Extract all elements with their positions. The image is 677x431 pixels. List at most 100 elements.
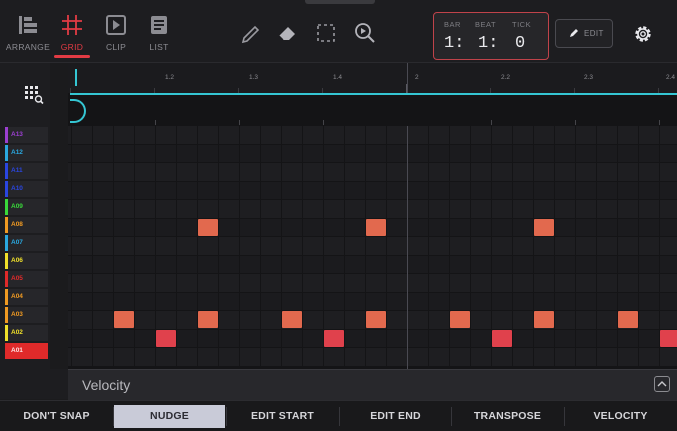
note-block[interactable] (366, 311, 386, 328)
beat-value: 1: (478, 34, 499, 53)
bottom-button-don-t-snap[interactable]: DON'T SNAP (0, 405, 113, 428)
grid-editor[interactable]: 1.2 1.3 1.4 2 2.2 2.3 2.4 (68, 63, 677, 369)
pad-label: A04 (11, 293, 23, 300)
gear-icon[interactable] (632, 23, 654, 45)
grid-line (575, 126, 576, 369)
velocity-lane[interactable]: Velocity (68, 369, 677, 400)
pad-row-a02[interactable]: A02 (5, 325, 48, 341)
grid-line (449, 126, 450, 369)
pad-row-a04[interactable]: A04 (5, 289, 48, 305)
mode-arrange-label: ARRANGE (5, 42, 51, 52)
grid-row[interactable] (68, 163, 677, 181)
grid-line (386, 126, 387, 369)
pad-row-a10[interactable]: A10 (5, 181, 48, 197)
loop-start-marker[interactable] (75, 69, 77, 86)
pad-label: A11 (11, 167, 23, 174)
note-block[interactable] (492, 329, 512, 347)
pencil-icon[interactable] (238, 20, 264, 46)
eraser-icon[interactable] (274, 20, 300, 46)
ruler-tick-label: 2.4 (666, 74, 676, 81)
note-block[interactable] (618, 311, 638, 328)
note-block[interactable] (282, 311, 302, 328)
note-block[interactable] (366, 218, 386, 236)
select-icon[interactable] (313, 20, 339, 46)
mode-clip-label: CLIP (105, 42, 127, 52)
grid-row[interactable] (68, 181, 677, 199)
pad-row-a13[interactable]: A13 (5, 127, 48, 143)
pad-color-bar (5, 253, 8, 269)
pad-row-a01[interactable]: A01 (5, 343, 48, 359)
timeline-ruler[interactable]: 1.2 1.3 1.4 2 2.2 2.3 2.4 (68, 63, 677, 93)
pad-row-a06[interactable]: A06 (5, 253, 48, 269)
bottom-button-edit-start[interactable]: EDIT START (226, 405, 339, 428)
pad-row-a08[interactable]: A08 (5, 217, 48, 233)
pad-label: A08 (11, 221, 23, 228)
pad-row-a03[interactable]: A03 (5, 307, 48, 323)
grid-search-icon[interactable] (24, 85, 44, 105)
grid-row[interactable] (68, 255, 677, 273)
position-counter[interactable]: BAR BEAT TICK 1: 1: 0 (433, 12, 549, 60)
note-block[interactable] (198, 311, 218, 328)
grid-line (407, 126, 408, 369)
grid-row[interactable] (68, 144, 677, 162)
pad-row-a12[interactable]: A12 (5, 145, 48, 161)
bottom-button-edit-end[interactable]: EDIT END (339, 405, 452, 428)
mode-list[interactable]: LIST (135, 10, 183, 56)
grid-line (617, 126, 618, 369)
grid-row[interactable] (68, 292, 677, 310)
pad-row-a07[interactable]: A07 (5, 235, 48, 251)
pad-row-a11[interactable]: A11 (5, 163, 48, 179)
button-separator (564, 407, 565, 426)
grid-row[interactable] (68, 200, 677, 218)
ruler-tick-label: 2.3 (584, 74, 594, 81)
note-block[interactable] (114, 311, 134, 328)
note-block[interactable] (534, 218, 554, 236)
note-block[interactable] (324, 329, 344, 347)
pad-color-bar (5, 307, 8, 323)
expand-up-icon[interactable] (654, 376, 670, 392)
note-block[interactable] (198, 218, 218, 236)
ruler-tick-label: 1.3 (249, 74, 259, 81)
bar-line (407, 63, 408, 93)
grid-line (302, 126, 303, 369)
grid-line (365, 126, 366, 369)
note-block[interactable] (660, 329, 677, 347)
grid-row[interactable] (68, 348, 677, 366)
zoom-icon[interactable] (352, 20, 378, 46)
loop-region-bar[interactable] (70, 93, 677, 95)
edit-button-label: EDIT (584, 29, 604, 38)
bottom-button-transpose[interactable]: TRANSPOSE (451, 405, 564, 428)
note-block[interactable] (450, 311, 470, 328)
note-block[interactable] (534, 311, 554, 328)
grid-line (638, 126, 639, 369)
grid-row[interactable] (68, 237, 677, 255)
pad-row-a05[interactable]: A05 (5, 271, 48, 287)
pad-label: A06 (11, 257, 23, 264)
loop-handle[interactable] (70, 99, 86, 123)
bottom-button-velocity[interactable]: VELOCITY (564, 405, 677, 428)
velocity-left-spacer (0, 369, 68, 399)
grid-line (512, 126, 513, 369)
mode-clip[interactable]: CLIP (92, 10, 140, 56)
list-icon (151, 16, 167, 34)
pad-color-bar (5, 235, 8, 251)
mode-arrange[interactable]: ARRANGE (4, 10, 52, 56)
grid-row[interactable] (68, 126, 677, 144)
pad-row-a09[interactable]: A09 (5, 199, 48, 215)
ruler-tick-label: 2.2 (501, 74, 511, 81)
grid-line (554, 126, 555, 369)
beat-label: BEAT (475, 20, 497, 29)
bottom-button-nudge[interactable]: NUDGE (114, 405, 225, 428)
grid-row[interactable] (68, 274, 677, 292)
grid-line (344, 126, 345, 369)
beat-tick (323, 120, 324, 125)
note-grid[interactable] (68, 126, 677, 369)
beat-tick (659, 120, 660, 125)
mode-list-label: LIST (149, 42, 169, 52)
edit-button[interactable]: EDIT (555, 19, 613, 48)
button-separator (226, 407, 227, 426)
grid-line (134, 126, 135, 369)
grid-line (596, 126, 597, 369)
note-block[interactable] (156, 329, 176, 347)
mode-grid[interactable]: GRID (48, 10, 96, 58)
